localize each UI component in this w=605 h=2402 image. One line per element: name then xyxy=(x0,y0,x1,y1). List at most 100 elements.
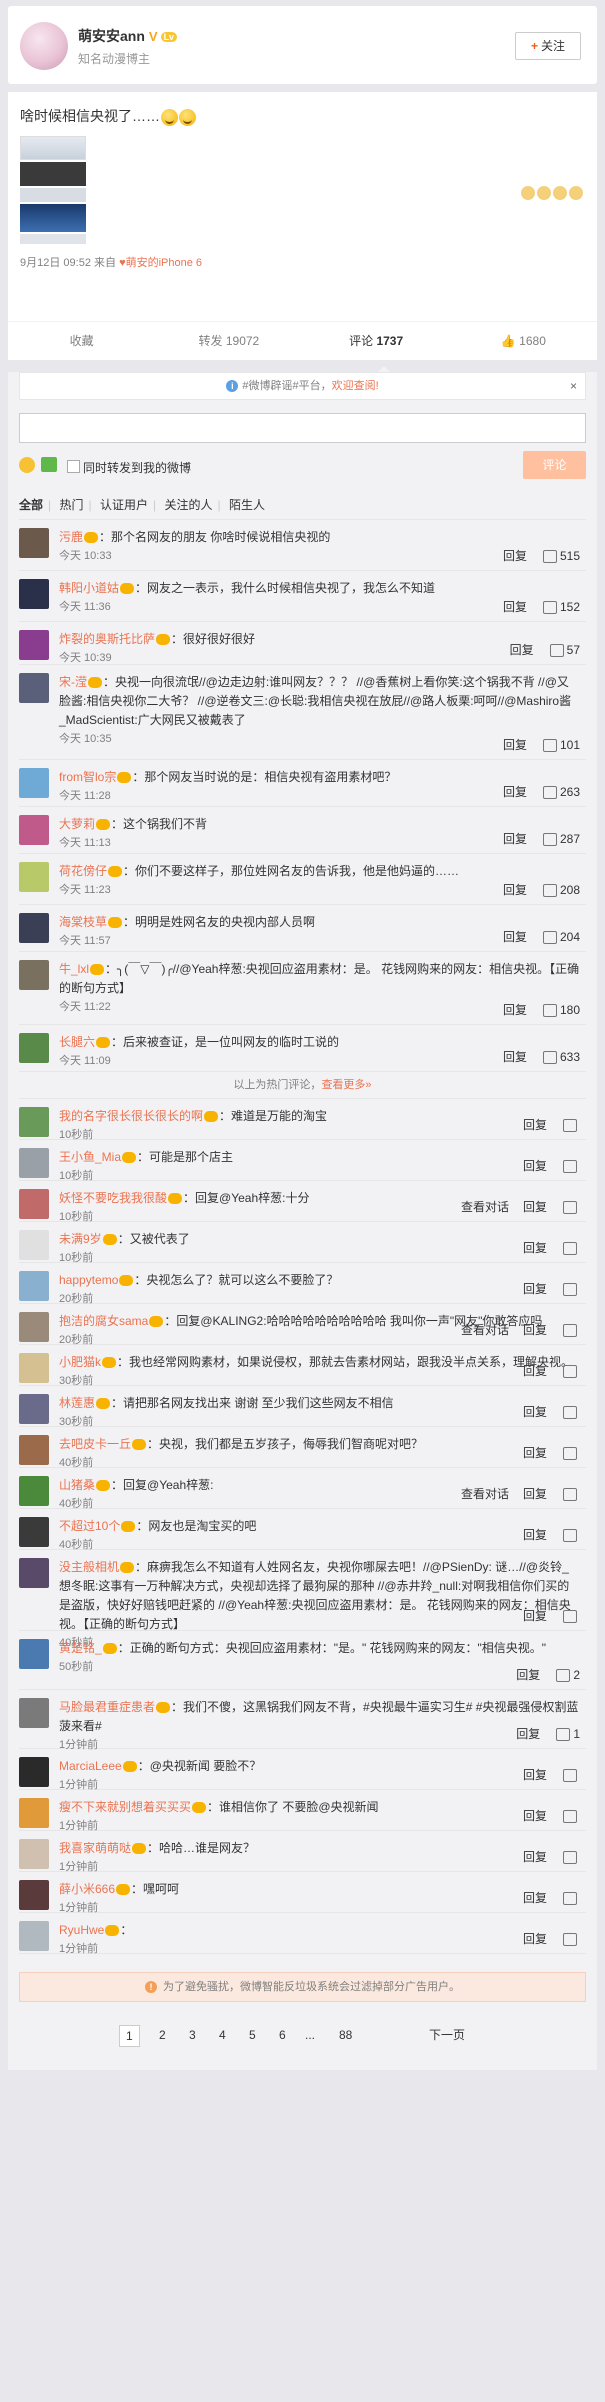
thumb-up-icon[interactable] xyxy=(563,1529,577,1543)
reply-button[interactable]: 回复 xyxy=(523,1241,547,1255)
reply-button[interactable]: 回复 xyxy=(503,1003,527,1017)
commenter-name[interactable]: 小肥猫k xyxy=(59,1355,101,1369)
commenter-name[interactable]: 我的名字很长很长很长的啊 xyxy=(59,1109,203,1123)
commenter-avatar[interactable] xyxy=(19,528,49,558)
commenter-avatar[interactable] xyxy=(19,1839,49,1869)
filter-following[interactable]: 关注的人 xyxy=(164,498,212,512)
thumb-up-icon[interactable] xyxy=(542,601,557,615)
commenter-avatar[interactable] xyxy=(19,1271,49,1301)
reply-button[interactable]: 回复 xyxy=(523,1405,547,1419)
commenter-name[interactable]: 薛小米666 xyxy=(59,1882,115,1896)
comment-tab[interactable]: 评论 1737 xyxy=(303,322,450,360)
commenter-avatar[interactable] xyxy=(19,1394,49,1424)
view-conversation-link[interactable]: 查看对话 xyxy=(461,1200,509,1214)
commenter-name[interactable]: happytemo xyxy=(59,1273,118,1287)
commenter-name[interactable]: 马脸最君重症患者 xyxy=(59,1700,155,1714)
repost-button[interactable]: 转发 19072 xyxy=(155,322,302,360)
thumb-up-icon[interactable] xyxy=(542,550,557,564)
reply-button[interactable]: 回复 xyxy=(523,1159,547,1173)
commenter-name[interactable]: 没主般相机 xyxy=(59,1560,119,1574)
reply-button[interactable]: 回复 xyxy=(523,1200,547,1214)
page-1[interactable]: 1 xyxy=(119,2025,140,2047)
commenter-name[interactable]: 荷花傍仔 xyxy=(59,864,107,878)
commenter-avatar[interactable] xyxy=(19,1189,49,1219)
commenter-avatar[interactable] xyxy=(19,815,49,845)
thumb-up-icon[interactable] xyxy=(563,1488,577,1502)
commenter-avatar[interactable] xyxy=(19,1558,49,1588)
thumb-up-icon[interactable] xyxy=(549,644,564,658)
reply-button[interactable]: 回复 xyxy=(503,930,527,944)
like-button[interactable]: 👍 1680 xyxy=(450,322,597,360)
commenter-avatar[interactable] xyxy=(19,1921,49,1951)
post-source[interactable]: 萌安的iPhone 6 xyxy=(126,257,202,269)
forward-checkbox[interactable] xyxy=(67,460,80,473)
commenter-name[interactable]: 海棠枝草 xyxy=(59,915,107,929)
thumb-up-icon[interactable] xyxy=(556,1728,571,1742)
commenter-avatar[interactable] xyxy=(19,1435,49,1465)
commenter-name[interactable]: 未满9岁 xyxy=(59,1232,102,1246)
reply-button[interactable]: 回复 xyxy=(503,1050,527,1064)
commenter-avatar[interactable] xyxy=(19,1880,49,1910)
commenter-avatar[interactable] xyxy=(19,913,49,943)
post-image-thumbnail[interactable] xyxy=(20,136,86,244)
thumb-up-icon[interactable] xyxy=(542,931,557,945)
commenter-name[interactable]: 我喜家萌萌哒 xyxy=(59,1841,131,1855)
next-page-link[interactable]: 下一页 xyxy=(429,2020,465,2050)
reply-button[interactable]: 回复 xyxy=(516,1668,540,1682)
commenter-name[interactable]: 林莲惠 xyxy=(59,1396,95,1410)
commenter-name[interactable]: 瘦不下来就别想着买买买 xyxy=(59,1800,191,1814)
thumb-up-icon[interactable] xyxy=(556,1669,571,1683)
commenter-avatar[interactable] xyxy=(19,768,49,798)
thumb-up-icon[interactable] xyxy=(563,1201,577,1215)
commenter-avatar[interactable] xyxy=(19,862,49,892)
comment-input[interactable] xyxy=(19,413,586,443)
commenter-avatar[interactable] xyxy=(19,1353,49,1383)
fav-button[interactable]: 收藏 xyxy=(8,322,155,360)
reply-button[interactable]: 回复 xyxy=(523,1850,547,1864)
commenter-avatar[interactable] xyxy=(19,579,49,609)
page-4[interactable]: 4 xyxy=(219,2020,226,2050)
reply-button[interactable]: 回复 xyxy=(523,1809,547,1823)
page-last[interactable]: 88 xyxy=(339,2020,352,2050)
page-2[interactable]: 2 xyxy=(159,2020,166,2050)
username[interactable]: 萌安安ann V Lv xyxy=(78,26,178,46)
commenter-name[interactable]: 黄楚铭_ xyxy=(59,1641,102,1655)
reply-button[interactable]: 回复 xyxy=(503,549,527,563)
commenter-avatar[interactable] xyxy=(19,1312,49,1342)
commenter-name[interactable]: 去吧皮卡一丘 xyxy=(59,1437,131,1451)
commenter-avatar[interactable] xyxy=(19,1757,49,1787)
reply-button[interactable]: 回复 xyxy=(503,600,527,614)
post-time[interactable]: 9月12日 09:52 来自 xyxy=(20,257,116,269)
commenter-avatar[interactable] xyxy=(19,1517,49,1547)
thumb-up-icon[interactable] xyxy=(563,1119,577,1133)
thumb-up-icon[interactable] xyxy=(563,1406,577,1420)
page-5[interactable]: 5 xyxy=(249,2020,256,2050)
thumb-up-icon[interactable] xyxy=(563,1892,577,1906)
image-upload-icon[interactable] xyxy=(41,457,57,472)
view-conversation-link[interactable]: 查看对话 xyxy=(461,1487,509,1501)
thumb-up-icon[interactable] xyxy=(542,833,557,847)
username-text[interactable]: 萌安安ann xyxy=(78,28,145,44)
reply-button[interactable]: 回复 xyxy=(503,785,527,799)
thumb-up-icon[interactable] xyxy=(542,884,557,898)
commenter-avatar[interactable] xyxy=(19,1033,49,1063)
thumb-up-icon[interactable] xyxy=(563,1365,577,1379)
commenter-name[interactable]: 王小鱼_Mia xyxy=(59,1150,121,1164)
commenter-avatar[interactable] xyxy=(19,960,49,990)
thumb-up-icon[interactable] xyxy=(542,739,557,753)
close-icon[interactable]: × xyxy=(570,373,577,399)
commenter-name[interactable]: RyuHwe xyxy=(59,1923,104,1937)
notice-link[interactable]: 欢迎查阅! xyxy=(332,380,379,392)
thumb-up-icon[interactable] xyxy=(542,1004,557,1018)
view-conversation-link[interactable]: 查看对话 xyxy=(461,1323,509,1337)
commenter-name[interactable]: 污鹿 xyxy=(59,530,83,544)
thumb-up-icon[interactable] xyxy=(563,1324,577,1338)
commenter-avatar[interactable] xyxy=(19,1230,49,1260)
commenter-avatar[interactable] xyxy=(19,673,49,703)
commenter-avatar[interactable] xyxy=(19,1798,49,1828)
follow-button[interactable]: + 关注 xyxy=(515,32,581,60)
view-more-link[interactable]: 查看更多» xyxy=(321,1079,371,1091)
commenter-name[interactable]: 妖怪不要吃我我很酸 xyxy=(59,1191,167,1205)
reply-button[interactable]: 回复 xyxy=(503,832,527,846)
commenter-name[interactable]: 山猪桑 xyxy=(59,1478,95,1492)
